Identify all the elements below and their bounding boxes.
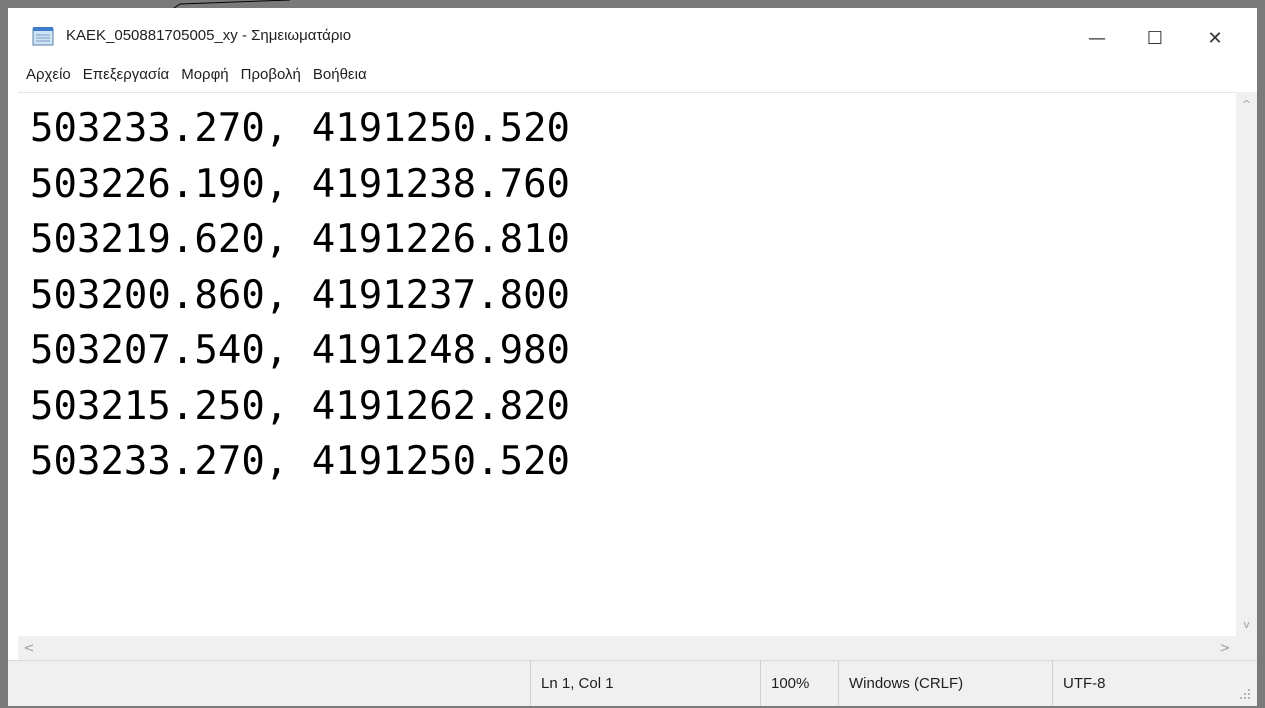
close-button[interactable]: ✕ [1186, 16, 1244, 60]
text-line: 503215.250, 4191262.820 [30, 383, 571, 429]
notepad-icon [32, 27, 54, 46]
menu-edit[interactable]: Επεξεργασία [77, 66, 175, 83]
window-title: KAEK_050881705005_xy - Σημειωματάριο [66, 27, 352, 44]
menu-view[interactable]: Προβολή [235, 66, 307, 83]
status-zoom: 100% [760, 661, 838, 706]
text-line: 503200.860, 4191237.800 [30, 272, 571, 318]
text-line: 503219.620, 4191226.810 [30, 217, 571, 262]
menu-help[interactable]: Βοήθεια [307, 66, 373, 83]
editor-content[interactable]: 503233.270, 4191250.520 503226.190, 41912… [30, 101, 570, 490]
status-line-endings: Windows (CRLF) [838, 661, 1052, 706]
text-line: 503226.190, 4191238.760 [30, 161, 571, 207]
horizontal-scrollbar[interactable]: < > [18, 636, 1236, 660]
scroll-right-icon[interactable]: > [1214, 636, 1236, 660]
title-bar[interactable]: KAEK_050881705005_xy - Σημειωματάριο — ☐… [8, 8, 1257, 60]
status-bar: Ln 1, Col 1 100% Windows (CRLF) UTF-8 [8, 660, 1257, 706]
scrollbar-corner [1236, 636, 1257, 660]
text-line: 503233.270, 4191250.520 [30, 106, 571, 151]
menu-bar: Αρχείο Επεξεργασία Μορφή Προβολή Βοήθεια [8, 60, 1257, 88]
minimize-button[interactable]: — [1068, 16, 1126, 60]
scroll-up-icon[interactable]: ^ [1236, 94, 1257, 114]
scroll-down-icon[interactable]: v [1236, 614, 1257, 634]
status-cursor-position: Ln 1, Col 1 [530, 661, 760, 706]
text-editor[interactable]: 503233.270, 4191250.520 503226.190, 41912… [18, 92, 1236, 637]
menu-file[interactable]: Αρχείο [8, 66, 77, 83]
status-encoding: UTF-8 [1052, 661, 1232, 706]
scroll-left-icon[interactable]: < [18, 636, 40, 660]
menu-format[interactable]: Μορφή [175, 66, 234, 83]
text-line: 503233.270, 4191250.520 [30, 439, 571, 484]
vertical-scrollbar[interactable]: ^ v [1236, 92, 1257, 636]
maximize-button[interactable]: ☐ [1126, 16, 1184, 60]
resize-grip-icon[interactable] [1236, 685, 1252, 701]
text-line: 503207.540, 4191248.980 [30, 328, 571, 373]
